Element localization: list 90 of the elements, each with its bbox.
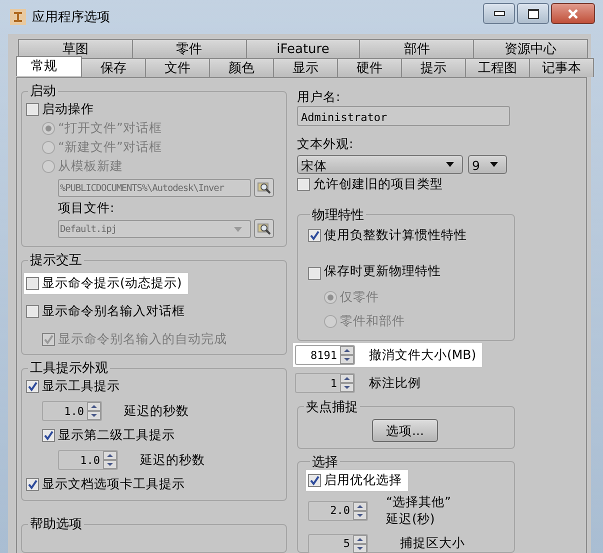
checkbox[interactable] — [26, 380, 39, 393]
checkbox-label: 启用优化选择 — [324, 472, 402, 489]
caret-icon — [446, 162, 454, 167]
arrow-down-icon[interactable] — [340, 355, 354, 364]
checkbox[interactable] — [308, 474, 321, 487]
tab[interactable]: 记事本 — [529, 58, 594, 77]
arrow-up-icon[interactable] — [340, 346, 354, 356]
tab[interactable]: 部件 — [359, 39, 474, 58]
arrow-down-icon[interactable] — [103, 460, 117, 469]
spin-field[interactable]: 8191 — [295, 345, 355, 366]
checkbox[interactable] — [42, 429, 55, 442]
field-label: 项目文件: — [57, 199, 116, 217]
tab[interactable]: 保存 — [81, 58, 146, 77]
tab[interactable]: 提示 — [401, 58, 466, 77]
checkbox-label: 显示文档选项卡工具提示 — [42, 476, 185, 493]
spin-field[interactable]: 2.0 — [308, 500, 368, 521]
group-title: 物理特性 — [311, 206, 365, 224]
group-title: 帮助选项 — [29, 516, 83, 533]
close-button[interactable] — [551, 3, 595, 24]
checkbox[interactable] — [308, 266, 321, 280]
checkbox-label: 显示工具提示 — [42, 378, 120, 395]
spin-field[interactable]: 5 — [308, 534, 368, 553]
caret-icon — [490, 162, 498, 167]
arrow-up-icon[interactable] — [87, 402, 101, 411]
tab[interactable]: 显示 — [273, 58, 338, 77]
group-title: 启动 — [29, 83, 57, 100]
radio-label: “新建文件”对话框 — [58, 139, 162, 156]
checkbox[interactable] — [297, 178, 310, 192]
spin-label: 延迟的秒数 — [140, 452, 205, 468]
spin-field[interactable]: 1 — [295, 373, 355, 394]
spin-label: 标注比例 — [369, 374, 421, 392]
username-field[interactable]: Administrator — [297, 106, 510, 126]
arrow-down-icon[interactable] — [87, 411, 101, 420]
spin-label: 撤消文件大小(MB) — [369, 346, 476, 364]
tab[interactable]: 硬件 — [337, 58, 402, 77]
spin-label: “选择其他” — [386, 494, 451, 511]
tab[interactable]: 工程图 — [465, 58, 530, 77]
spin-label: 捕捉区大小 — [400, 535, 465, 552]
tab[interactable]: iFeature — [246, 39, 360, 58]
checkbox[interactable] — [26, 276, 39, 290]
magnifier-icon[interactable] — [254, 219, 274, 238]
checkbox-label: 显示命令提示(动态提示) — [42, 274, 182, 292]
window-title: 应用程序选项 — [32, 9, 111, 26]
group-title: 选择 — [311, 454, 339, 471]
field-label: 文本外观: — [297, 134, 354, 153]
arrow-down-icon[interactable] — [340, 383, 354, 392]
close-icon[interactable] — [568, 8, 578, 18]
arrow-down-icon[interactable] — [353, 510, 367, 520]
spin-label: 延迟(秒) — [386, 510, 436, 528]
tab[interactable]: 颜色 — [209, 58, 274, 77]
tab[interactable]: 草图 — [18, 39, 133, 58]
checkbox-label: 允许创建旧的项目类型 — [313, 176, 443, 194]
checkbox-label: 保存时更新物理特性 — [324, 262, 441, 280]
tab[interactable]: 文件 — [145, 58, 210, 77]
group-title: 工具提示外观 — [29, 360, 109, 377]
tab[interactable]: 资源中心 — [473, 39, 588, 58]
checkbox[interactable] — [26, 478, 39, 491]
group-title: 夹点捕捉 — [305, 398, 359, 416]
radio-label: 仅零件 — [340, 289, 379, 306]
checkbox-label: 显示命令别名输入的自动完成 — [58, 330, 227, 348]
size-dropdown[interactable]: 9 — [468, 154, 507, 174]
checkbox[interactable] — [308, 229, 321, 242]
radio-label: 从模板新建 — [58, 158, 123, 175]
spin-field[interactable]: 1.0 — [58, 450, 118, 470]
options-button[interactable]: 选项... — [372, 418, 438, 442]
checkbox-label: 使用负整数计算惯性特性 — [324, 227, 467, 244]
tab[interactable]: 常规 — [16, 56, 82, 76]
arrow-down-icon[interactable] — [353, 544, 367, 553]
arrow-up-icon[interactable] — [103, 451, 117, 460]
arrow-up-icon[interactable] — [353, 534, 367, 544]
group-title: 提示交互 — [29, 252, 83, 269]
checkbox[interactable] — [26, 304, 39, 318]
spin-field[interactable]: 1.0 — [42, 401, 102, 421]
spin-label: 延迟的秒数 — [124, 402, 189, 420]
caret-icon — [234, 226, 242, 232]
tab[interactable]: 零件 — [132, 39, 247, 58]
arrow-up-icon[interactable] — [340, 374, 354, 384]
minimize-button[interactable] — [483, 3, 515, 24]
checkbox[interactable] — [26, 103, 39, 116]
maximize-button[interactable] — [517, 3, 549, 24]
checkbox-label: 启动操作 — [42, 101, 94, 118]
checkbox-label: 显示命令别名输入对话框 — [42, 302, 185, 320]
app-icon — [10, 9, 26, 25]
magnifier-icon[interactable] — [254, 178, 274, 197]
field-label: 用户名: — [297, 88, 342, 106]
checkbox-label: 显示第二级工具提示 — [58, 427, 175, 444]
radio-label: “打开文件”对话框 — [58, 120, 162, 137]
arrow-up-icon[interactable] — [353, 502, 367, 511]
radio-label: 零件和部件 — [340, 313, 405, 330]
font-dropdown[interactable]: 宋体 — [297, 154, 463, 174]
